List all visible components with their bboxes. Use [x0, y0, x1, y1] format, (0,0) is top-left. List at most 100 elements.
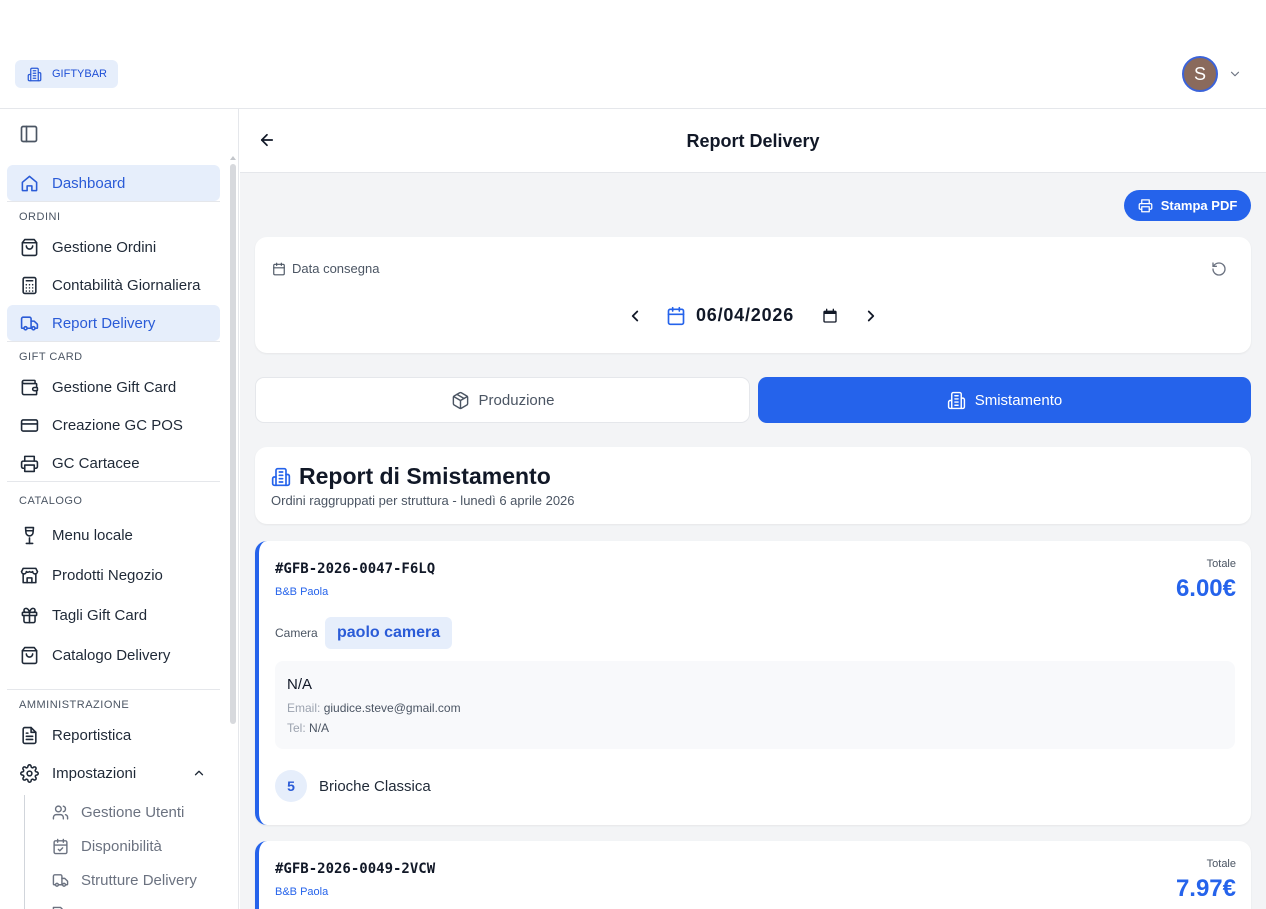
sidebar-scrollbar[interactable] — [230, 164, 236, 724]
sidebar-item-label: Catalogo Delivery — [52, 646, 171, 664]
main-content: Report Delivery Stampa PDF Data consegna… — [240, 109, 1266, 909]
report-title-text: Report di Smistamento — [299, 463, 551, 489]
calculator-icon — [20, 276, 39, 295]
email-value: giudice.steve@gmail.com — [323, 701, 461, 715]
tel-value: N/A — [309, 721, 330, 735]
sidebar-item-contabilita[interactable]: Contabilità Giornaliera — [7, 267, 220, 303]
order-code: #GFB-2026-0049-2VCW — [275, 861, 436, 877]
report-subtitle: Ordini raggruppati per struttura - luned… — [271, 493, 575, 508]
sidebar-subitem-partial[interactable] — [52, 899, 69, 909]
order-total: 6.00€ — [1175, 575, 1236, 602]
section-label-catalogo: CATALOGO — [19, 495, 83, 507]
sidebar-toggle-icon[interactable] — [19, 124, 39, 144]
email-label: Email: — [287, 701, 321, 715]
sidebar-item-label: Reportistica — [52, 726, 132, 744]
sidebar-item-label: Prodotti Negozio — [52, 566, 163, 584]
item-name: Brioche Classica — [319, 778, 431, 795]
chevron-down-icon[interactable] — [1228, 67, 1242, 81]
sidebar-item-dashboard[interactable]: Dashboard — [7, 165, 220, 201]
chevron-up-icon[interactable] — [192, 766, 206, 780]
top-header: GIFTYBAR S — [0, 0, 1266, 109]
order-total: 7.97€ — [1175, 875, 1236, 902]
divider — [7, 341, 220, 342]
divider — [7, 201, 220, 202]
tag-icon — [52, 906, 69, 909]
brand-name: GIFTYBAR — [52, 68, 108, 80]
wallet-icon — [20, 378, 39, 397]
customer-email: Email: giudice.steve@gmail.com — [287, 701, 461, 715]
sidebar-item-catalogo-delivery[interactable]: Catalogo Delivery — [7, 637, 220, 673]
sidebar-item-tagli-gift-card[interactable]: Tagli Gift Card — [7, 597, 220, 633]
home-icon — [20, 174, 39, 193]
section-label-giftcard: GIFT CARD — [19, 351, 83, 363]
reset-icon[interactable] — [1211, 261, 1227, 277]
users-icon — [52, 804, 69, 821]
sidebar-item-menu-locale[interactable]: Menu locale — [7, 517, 220, 553]
printer-icon — [20, 454, 39, 473]
sidebar-item-label: Dashboard — [52, 174, 126, 192]
order-card: #GFB-2026-0049-2VCW B&B Paola Totale 7.9… — [255, 841, 1251, 909]
sidebar-subitem-label: Disponibilità — [81, 837, 162, 855]
sidebar-item-gestione-ordini[interactable]: Gestione Ordini — [7, 229, 220, 265]
sidebar-item-label: Creazione GC POS — [52, 416, 183, 434]
sidebar-subitem-gestione-utenti[interactable]: Gestione Utenti — [52, 797, 184, 827]
sidebar-item-prodotti-negozio[interactable]: Prodotti Negozio — [7, 557, 220, 593]
user-menu[interactable]: S — [1182, 56, 1242, 92]
sidebar-subitem-label: Gestione Utenti — [81, 803, 185, 821]
avatar[interactable]: S — [1182, 56, 1218, 92]
date-filter-label: Data consegna — [272, 261, 379, 276]
section-label-amministrazione: AMMINISTRAZIONE — [19, 699, 130, 711]
item-quantity-badge: 5 — [275, 770, 307, 802]
tab-produzione[interactable]: Produzione — [255, 377, 750, 423]
order-structure: B&B Paola — [275, 886, 329, 898]
date-input[interactable]: 06/04/2026 — [696, 305, 794, 326]
calendar-check-icon — [52, 838, 69, 855]
total-label: Totale — [1206, 558, 1236, 570]
shopping-bag-icon — [20, 238, 39, 257]
date-navigator: 06/04/2026 — [255, 305, 1251, 326]
sidebar-subitem-disponibilita[interactable]: Disponibilità — [52, 831, 162, 861]
sidebar-item-impostazioni[interactable]: Impostazioni — [7, 755, 220, 791]
truck-icon — [20, 314, 39, 333]
customer-phone: Tel: N/A — [287, 721, 329, 735]
chevron-left-icon[interactable] — [626, 307, 644, 325]
store-icon — [20, 566, 39, 585]
sidebar-item-gc-cartacee[interactable]: GC Cartacee — [7, 445, 220, 481]
date-filter-label-text: Data consegna — [292, 261, 380, 276]
credit-card-icon — [20, 416, 39, 435]
sidebar-subitem-label: Strutture Delivery — [81, 871, 197, 889]
sidebar-item-label: Gestione Gift Card — [52, 378, 177, 396]
date-filter-card: Data consegna 06/04/2026 — [255, 237, 1251, 353]
sidebar-item-creazione-gc-pos[interactable]: Creazione GC POS — [7, 407, 220, 443]
file-text-icon — [20, 726, 39, 745]
page-title: Report Delivery — [686, 131, 820, 151]
building-icon — [27, 67, 42, 82]
sidebar-item-gestione-gift-card[interactable]: Gestione Gift Card — [7, 369, 220, 405]
date-picker-icon[interactable] — [822, 308, 838, 324]
wine-icon — [20, 526, 39, 545]
gift-icon — [20, 606, 39, 625]
building-icon — [271, 467, 291, 487]
brand-chip[interactable]: GIFTYBAR — [15, 60, 119, 88]
section-label-ordini: ORDINI — [19, 211, 61, 223]
customer-name: N/A — [287, 676, 313, 693]
package-icon — [451, 391, 470, 410]
sidebar: Dashboard ORDINI Gestione Ordini Contabi… — [0, 109, 239, 909]
tab-label: Produzione — [478, 391, 555, 409]
sidebar-item-report-delivery[interactable]: Report Delivery — [7, 305, 220, 341]
divider — [7, 481, 220, 482]
tab-smistamento[interactable]: Smistamento — [758, 377, 1251, 423]
divider — [7, 689, 220, 690]
tel-label: Tel: — [287, 721, 306, 735]
order-card: #GFB-2026-0047-F6LQ B&B Paola Totale 6.0… — [255, 541, 1251, 825]
submenu-guide-line — [24, 795, 25, 909]
scrollbar-up-arrow[interactable] — [230, 156, 236, 160]
order-structure: B&B Paola — [275, 586, 329, 598]
total-label: Totale — [1206, 858, 1236, 870]
print-pdf-button[interactable]: Stampa PDF — [1124, 190, 1251, 221]
sidebar-subitem-strutture-delivery[interactable]: Strutture Delivery — [52, 865, 197, 895]
sidebar-item-reportistica[interactable]: Reportistica — [7, 717, 220, 753]
order-code: #GFB-2026-0047-F6LQ — [275, 561, 436, 577]
chevron-right-icon[interactable] — [862, 307, 880, 325]
printer-icon — [1138, 198, 1153, 213]
